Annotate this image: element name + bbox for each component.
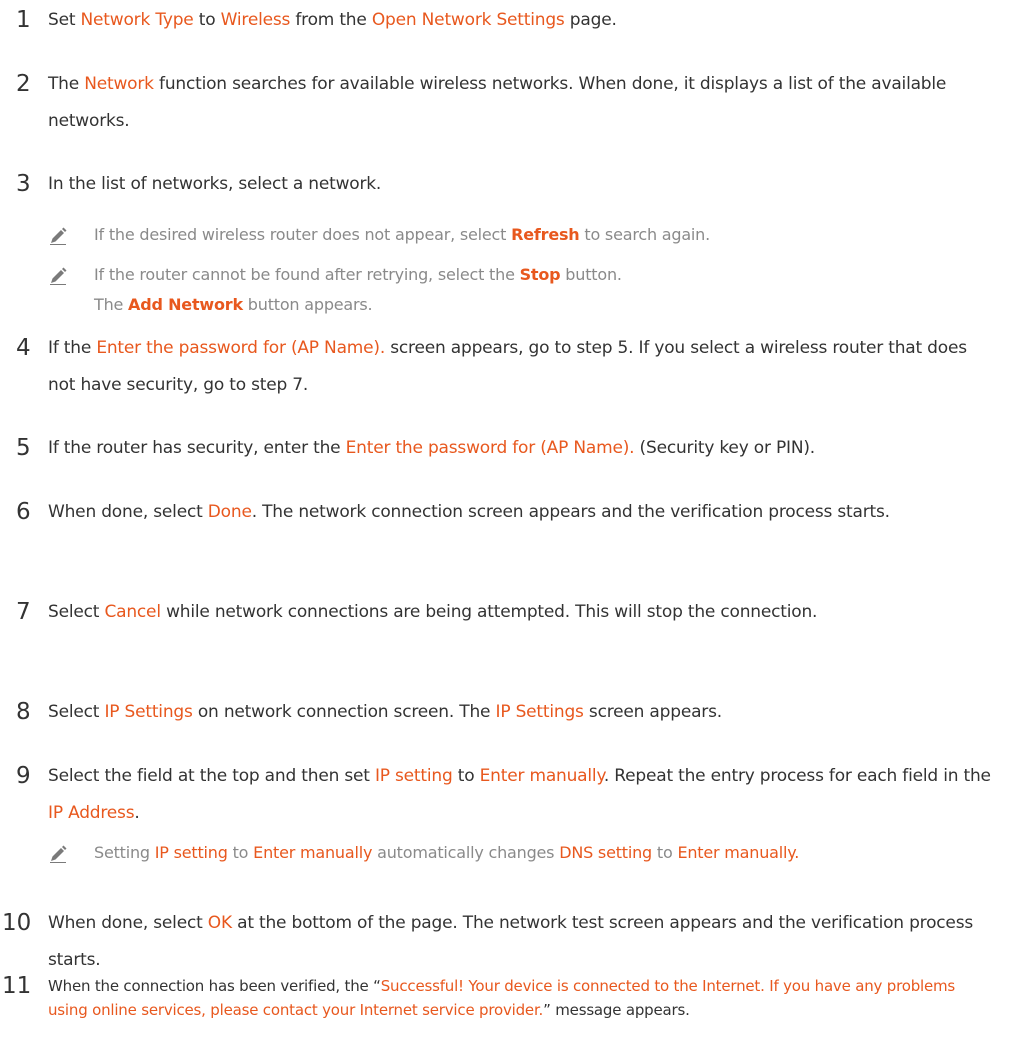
pencil-note-icon — [50, 845, 67, 863]
button-term: Stop — [519, 265, 561, 284]
step-text: In the list of networks, select a networ… — [48, 174, 382, 194]
instruction-page: 1 Set Network Type to Wireless from the … — [0, 0, 1020, 1040]
step-number: 5 — [16, 435, 31, 461]
menu-term: Enter manually — [253, 843, 373, 862]
menu-term: Done — [207, 502, 252, 522]
step-9: 9 Select the field at the top and then s… — [0, 758, 1000, 832]
pencil-note-icon — [50, 267, 67, 285]
note-dns: Setting IP setting to Enter manually aut… — [48, 838, 988, 868]
menu-term: Network — [84, 74, 154, 94]
note-refresh: If the desired wireless router does not … — [48, 220, 988, 250]
menu-term: DNS setting — [559, 843, 653, 862]
menu-term: IP Address — [48, 803, 135, 823]
step-text: If the router has security, enter the En… — [48, 438, 815, 458]
menu-term: Enter the password for (AP Name). — [345, 438, 635, 458]
step-text: Set Network Type to Wireless from the Op… — [48, 10, 617, 30]
step-number: 6 — [16, 499, 31, 525]
step-text: When done, select Done. The network conn… — [48, 502, 890, 522]
step-2: 2 The Network function searches for avai… — [0, 66, 1000, 140]
step-1: 1 Set Network Type to Wireless from the … — [0, 2, 1000, 39]
step-number: 10 — [2, 910, 32, 936]
menu-term: IP setting — [154, 843, 228, 862]
step-text: When the connection has been verified, t… — [48, 977, 956, 1019]
step-11: 11 When the connection has been verified… — [0, 968, 1000, 1022]
step-number: 4 — [16, 335, 31, 361]
menu-term: Network Type — [80, 10, 194, 30]
button-term: Add Network — [128, 295, 243, 314]
menu-term: IP setting — [374, 766, 453, 786]
pencil-note-icon — [50, 227, 67, 245]
note-stop: If the router cannot be found after retr… — [48, 260, 988, 320]
step-5: 5 If the router has security, enter the … — [0, 430, 1000, 467]
menu-term: Wireless — [220, 10, 291, 30]
menu-term: Enter the password for (AP Name). — [96, 338, 386, 358]
menu-term: Enter manually — [479, 766, 604, 786]
menu-term: Enter manually — [677, 843, 795, 862]
step-number: 8 — [16, 699, 31, 725]
step-number: 3 — [16, 171, 31, 197]
step-number: 11 — [2, 973, 32, 999]
step-number: 1 — [16, 7, 31, 33]
step-text: Select IP Settings on network connection… — [48, 702, 722, 722]
step-number: 7 — [16, 599, 31, 625]
step-text: If the Enter the password for (AP Name).… — [48, 338, 967, 395]
step-4: 4 If the Enter the password for (AP Name… — [0, 330, 1000, 404]
step-text: The Network function searches for availa… — [48, 74, 947, 131]
step-7: 7 Select Cancel while network connection… — [0, 594, 1000, 631]
menu-term: IP Settings — [104, 702, 193, 722]
menu-term: Open Network Settings — [371, 10, 565, 30]
step-text: Select the field at the top and then set… — [48, 766, 991, 823]
step-6: 6 When done, select Done. The network co… — [0, 494, 1000, 531]
menu-term: IP Settings — [495, 702, 584, 722]
menu-term: OK — [207, 913, 232, 933]
button-term: Refresh — [511, 225, 580, 244]
step-text: Select Cancel while network connections … — [48, 602, 818, 622]
step-number: 9 — [16, 763, 31, 789]
step-number: 2 — [16, 71, 31, 97]
menu-term: Cancel — [104, 602, 161, 622]
step-8: 8 Select IP Settings on network connecti… — [0, 694, 1000, 731]
step-3: 3 In the list of networks, select a netw… — [0, 166, 1000, 203]
